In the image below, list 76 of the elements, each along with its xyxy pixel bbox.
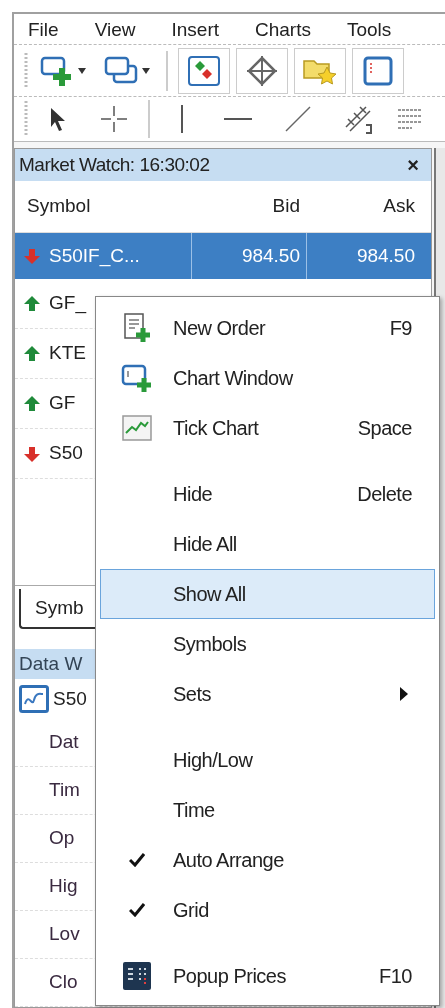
panel-title: Market Watch: 16:30:02: [19, 152, 210, 177]
menu-label: Auto Arrange: [173, 848, 285, 873]
shortcut-label: Delete: [357, 482, 413, 507]
crosshair-button[interactable]: [236, 47, 288, 94]
shortcut-label: F10: [379, 964, 413, 989]
symbol-name: GF: [49, 391, 76, 416]
field-label: Tim: [49, 778, 80, 803]
symbol-name: GF_: [49, 291, 86, 316]
column-header[interactable]: Symbol: [15, 192, 191, 221]
menu-label: Time: [173, 798, 216, 823]
symbol-name: S50: [53, 686, 87, 711]
vertical-line-icon: [180, 105, 184, 133]
menu-item[interactable]: Sets: [100, 669, 435, 719]
menu-item[interactable]: Symbols: [100, 619, 435, 669]
submenu-arrow-icon: [400, 687, 408, 701]
menu-item[interactable]: Charts: [255, 19, 311, 39]
menu-item[interactable]: Tools: [346, 19, 392, 39]
menu-item[interactable]: View: [94, 19, 136, 39]
symbol-name: KTE: [49, 341, 86, 366]
window-icon: [363, 55, 393, 86]
menu-item[interactable]: File: [28, 19, 59, 39]
column-header[interactable]: Bid: [191, 192, 306, 221]
menu-item[interactable]: Hide All: [100, 519, 435, 569]
column-header[interactable]: Ask: [306, 192, 421, 221]
crosshair-icon: [100, 105, 128, 133]
diagonal-line-icon: [285, 106, 311, 132]
menu-label: New Order: [173, 316, 267, 341]
market-watch-button[interactable]: [178, 47, 230, 94]
shortcut-label: F9: [389, 316, 413, 341]
field-label: Op: [49, 826, 75, 851]
menu-label: Grid: [173, 898, 210, 923]
menu-item[interactable]: Hide Delete: [100, 469, 435, 519]
field-label: Clo: [49, 970, 78, 995]
ask-cell: 984.50: [306, 233, 421, 279]
menu-item[interactable]: Tick Chart Space: [100, 403, 435, 453]
menu-item[interactable]: High/Low: [100, 735, 435, 785]
panel-tab[interactable]: Symb: [19, 589, 98, 629]
menu-label: Symbols: [173, 632, 248, 657]
price-board-icon: [122, 961, 152, 991]
shortcut-label: Space: [357, 416, 413, 441]
menu-label: High/Low: [173, 748, 254, 773]
menu-item[interactable]: New Order F9: [100, 303, 435, 353]
menu-item[interactable]: Show All: [100, 569, 435, 619]
dropdown-caret-icon: [78, 67, 86, 74]
menu-label: Hide: [173, 482, 214, 507]
menu-item[interactable]: Grid: [100, 885, 435, 935]
close-button[interactable]: ×: [407, 155, 419, 175]
menu-label: Sets: [173, 682, 213, 707]
field-label: Lov: [49, 922, 80, 947]
menu-item[interactable]: Insert: [171, 19, 219, 39]
symbol-row[interactable]: S50IF_C... 984.50 984.50: [15, 233, 431, 279]
crosshair-icon: [246, 54, 278, 87]
navigator-button[interactable]: [352, 47, 404, 94]
menu-label: Tick Chart: [173, 416, 260, 441]
symbol-name: S50IF_C...: [49, 243, 140, 269]
menu-item[interactable]: Time: [100, 785, 435, 835]
symbol-name: S50: [49, 441, 83, 466]
bid-cell: 984.50: [191, 233, 306, 279]
document-plus-icon: [121, 312, 153, 344]
line-chart-icon: [122, 415, 152, 441]
menu-item[interactable]: Chart Window: [100, 353, 435, 403]
horizontal-line-icon: [224, 117, 252, 121]
text-lines-icon: [398, 106, 422, 132]
menu-label: Show All: [173, 582, 247, 607]
menu-label: Popup Prices: [173, 964, 287, 989]
field-label: Dat: [49, 730, 79, 755]
menu-item[interactable]: Popup Prices F10: [100, 951, 435, 1001]
window-plus-icon: [121, 362, 153, 394]
diamonds-icon: [187, 54, 221, 87]
dropdown-caret-icon: [142, 67, 150, 74]
panel-title: Data W: [19, 651, 83, 676]
wave-chart-icon: [19, 685, 49, 713]
menu-label: Chart Window: [173, 366, 294, 391]
field-label: Hig: [49, 874, 78, 899]
menu-label: Hide All: [173, 532, 238, 557]
menu-item[interactable]: Auto Arrange: [100, 835, 435, 885]
